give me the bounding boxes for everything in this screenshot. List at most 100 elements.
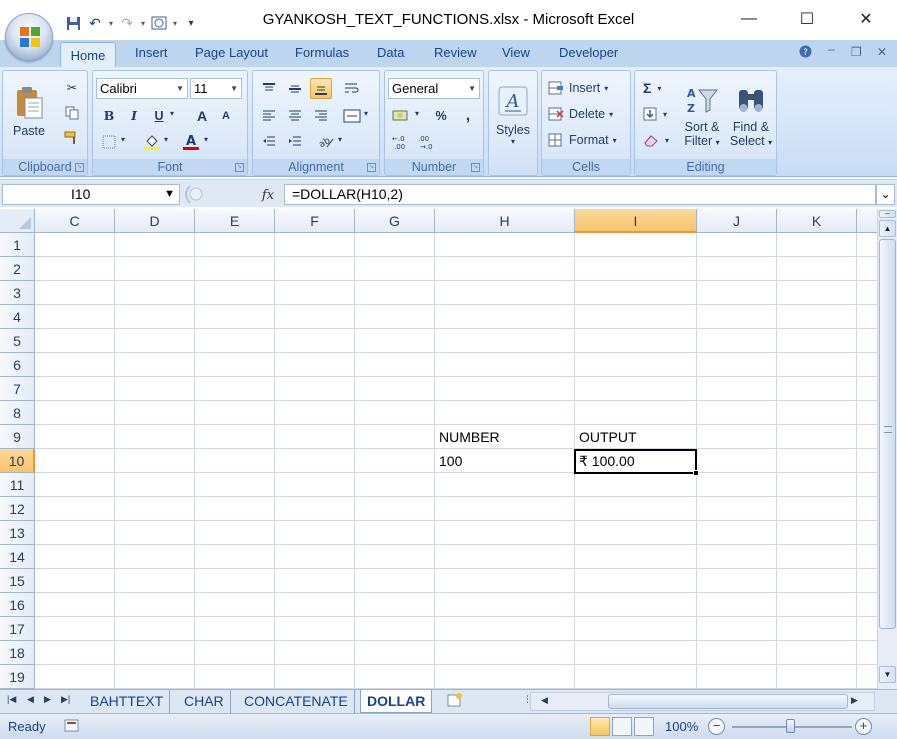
align-top-icon[interactable] <box>258 78 280 99</box>
close-button[interactable]: ✕ <box>846 6 886 32</box>
minimize-button[interactable]: — <box>729 6 769 32</box>
sheet-tab-dollar[interactable]: DOLLAR <box>360 690 433 713</box>
format-cells-button[interactable]: Format ▾ <box>548 130 617 150</box>
row-header-3[interactable]: 3 <box>0 281 35 305</box>
bold-button[interactable]: B <box>98 105 120 126</box>
accounting-dropdown-icon[interactable]: ▾ <box>415 109 419 118</box>
tab-review[interactable]: Review <box>434 45 477 60</box>
sort-filter-button[interactable]: AZ Sort & Filter ▾ <box>677 75 727 157</box>
accounting-format-icon[interactable] <box>390 105 412 126</box>
column-header-f[interactable]: F <box>275 209 355 233</box>
clear-button[interactable]: ▾ <box>643 130 669 150</box>
row-header-4[interactable]: 4 <box>0 305 35 329</box>
formula-input[interactable]: =DOLLAR(H10,2) <box>284 184 876 205</box>
styles-button[interactable]: A Styles ▾ <box>492 75 534 155</box>
orientation-icon[interactable]: ab <box>315 131 337 152</box>
column-header-k[interactable]: K <box>777 209 857 233</box>
page-break-view-icon[interactable] <box>634 717 654 736</box>
italic-button[interactable]: I <box>123 105 145 126</box>
cell-i9[interactable]: OUTPUT <box>575 425 637 449</box>
column-header-g[interactable]: G <box>355 209 435 233</box>
copy-icon[interactable] <box>61 102 83 123</box>
column-header-j[interactable]: J <box>697 209 777 233</box>
split-box[interactable]: – <box>879 210 896 218</box>
sheet-tab-concatenate[interactable]: CONCATENATE <box>238 690 355 713</box>
comma-style-button[interactable]: , <box>457 105 479 126</box>
row-header-5[interactable]: 5 <box>0 329 35 353</box>
tab-page-layout[interactable]: Page Layout <box>195 45 268 60</box>
fill-color-dropdown-icon[interactable]: ▾ <box>164 135 168 144</box>
column-header-d[interactable]: D <box>115 209 195 233</box>
insert-sheet-icon[interactable] <box>446 692 464 710</box>
tab-view[interactable]: View <box>502 45 530 60</box>
autosum-button[interactable]: Σ ▾ <box>643 78 661 98</box>
align-right-icon[interactable] <box>310 105 332 126</box>
row-header-14[interactable]: 14 <box>0 545 35 569</box>
cell-h9[interactable]: NUMBER <box>435 425 500 449</box>
row-header-7[interactable]: 7 <box>0 377 35 401</box>
cut-icon[interactable]: ✂ <box>61 77 83 98</box>
clipboard-launcher-icon[interactable]: ↘ <box>75 163 84 172</box>
column-header-h[interactable]: H <box>435 209 575 233</box>
zoom-out-icon[interactable]: − <box>708 718 725 735</box>
number-format-combo[interactable]: General ▼ <box>388 78 480 99</box>
tab-home[interactable]: Home <box>60 42 116 68</box>
row-header-12[interactable]: 12 <box>0 497 35 521</box>
maximize-button[interactable]: ☐ <box>787 6 827 32</box>
row-header-13[interactable]: 13 <box>0 521 35 545</box>
number-launcher-icon[interactable]: ↘ <box>471 163 480 172</box>
insert-cells-button[interactable]: Insert ▾ <box>548 78 608 98</box>
tab-data[interactable]: Data <box>377 45 404 60</box>
delete-cells-button[interactable]: Delete ▾ <box>548 104 613 124</box>
increase-indent-icon[interactable] <box>284 131 306 152</box>
cell-h10[interactable]: 100 <box>435 449 462 473</box>
wrap-text-icon[interactable] <box>341 78 363 99</box>
paste-button[interactable]: Paste <box>9 77 49 147</box>
last-sheet-icon[interactable]: ▶| <box>61 694 70 705</box>
insert-function-icon[interactable] <box>258 184 278 205</box>
page-layout-view-icon[interactable] <box>612 717 632 736</box>
vertical-scrollbar[interactable]: – ▲ ▼ <box>877 209 897 689</box>
font-launcher-icon[interactable]: ↘ <box>235 163 244 172</box>
orientation-dropdown-icon[interactable]: ▾ <box>338 135 342 144</box>
zoom-level[interactable]: 100% <box>665 719 698 734</box>
row-header-2[interactable]: 2 <box>0 257 35 281</box>
row-header-11[interactable]: 11 <box>0 473 35 497</box>
row-header-1[interactable]: 1 <box>0 233 35 257</box>
row-header-16[interactable]: 16 <box>0 593 35 617</box>
underline-dropdown-icon[interactable]: ▾ <box>170 109 174 118</box>
borders-dropdown-icon[interactable]: ▾ <box>121 135 125 144</box>
zoom-in-icon[interactable]: + <box>855 718 872 735</box>
scroll-up-icon[interactable]: ▲ <box>879 220 896 237</box>
fill-color-icon[interactable] <box>141 131 163 152</box>
row-header-6[interactable]: 6 <box>0 353 35 377</box>
sheet-tab-char[interactable]: CHAR <box>178 690 231 713</box>
font-color-dropdown-icon[interactable]: ▾ <box>204 135 208 144</box>
decrease-decimal-icon[interactable]: .00 →.0 <box>416 131 438 152</box>
grow-font-button[interactable]: A <box>191 105 213 126</box>
alignment-launcher-icon[interactable]: ↘ <box>367 163 376 172</box>
select-all-button[interactable] <box>0 209 35 233</box>
font-name-combo[interactable]: Calibri ▼ <box>96 78 188 99</box>
ribbon-close-icon[interactable]: ✕ <box>877 45 887 59</box>
borders-icon[interactable] <box>98 131 120 152</box>
fill-handle[interactable] <box>693 470 699 476</box>
first-sheet-icon[interactable]: |◀ <box>7 694 16 705</box>
font-size-combo[interactable]: 11 ▼ <box>190 78 242 99</box>
zoom-slider-thumb[interactable] <box>786 719 795 733</box>
name-box[interactable]: I10 ▼ <box>2 184 180 205</box>
scroll-right-icon[interactable]: ▶ <box>851 695 858 706</box>
row-header-9[interactable]: 9 <box>0 425 35 449</box>
prev-sheet-icon[interactable]: ◀ <box>27 694 34 705</box>
align-middle-icon[interactable] <box>284 78 306 99</box>
tab-insert[interactable]: Insert <box>135 45 168 60</box>
tab-formulas[interactable]: Formulas <box>295 45 349 60</box>
align-bottom-icon[interactable] <box>310 78 332 99</box>
format-painter-icon[interactable] <box>61 127 83 148</box>
ribbon-minimize-icon[interactable]: – <box>828 42 835 56</box>
help-icon[interactable]: ? <box>799 45 812 61</box>
row-header-17[interactable]: 17 <box>0 617 35 641</box>
vertical-scroll-thumb[interactable] <box>879 239 896 629</box>
normal-view-icon[interactable] <box>590 717 610 736</box>
decrease-indent-icon[interactable] <box>258 131 280 152</box>
